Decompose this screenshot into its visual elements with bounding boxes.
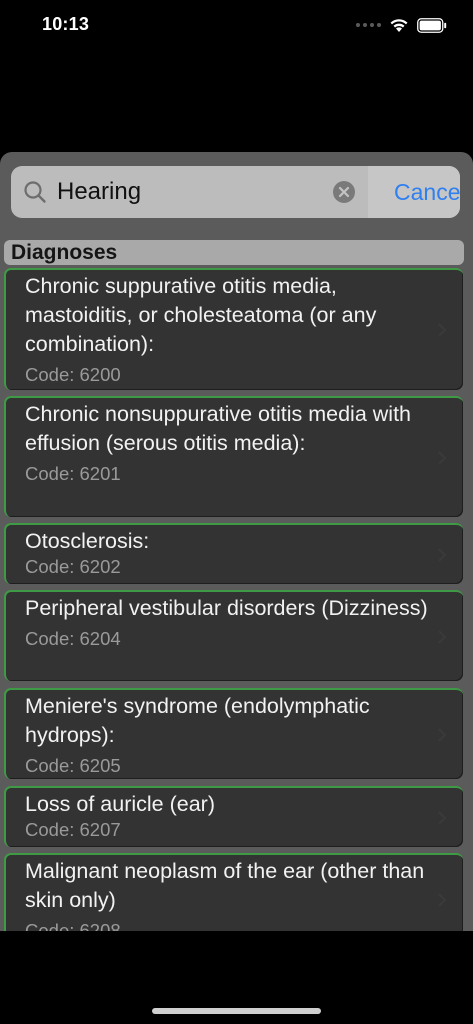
search-sheet: Chronic suppurative otitis media, mastoi… xyxy=(0,152,473,931)
diagnosis-code: Code: 6202 xyxy=(25,556,121,577)
status-time: 10:13 xyxy=(42,14,90,34)
clear-icon[interactable] xyxy=(332,180,356,204)
list-item[interactable]: Meniere's syndrome (endolymphatic hydrop… xyxy=(4,688,463,779)
screen: 10:13 Chronic suppurative otitis media, … xyxy=(0,0,473,1024)
chevron-right-icon xyxy=(438,548,447,562)
diagnosis-title: Loss of auricle (ear) xyxy=(25,792,215,816)
search-icon xyxy=(24,181,46,203)
chevron-right-icon xyxy=(438,451,447,465)
chevron-right-icon xyxy=(438,728,447,742)
chevron-right-icon xyxy=(438,630,447,644)
status-icons xyxy=(356,14,447,36)
diagnosis-code: Code: 6200 xyxy=(25,364,121,385)
list-item[interactable]: Malignant neoplasm of the ear (other tha… xyxy=(4,853,463,931)
diagnosis-title: Otosclerosis: xyxy=(25,529,150,553)
diagnosis-title: Peripheral vestibular disorders (Dizzine… xyxy=(25,596,428,620)
cellular-signal-icon xyxy=(356,23,381,27)
battery-icon xyxy=(417,17,447,33)
diagnosis-code: Code: 6205 xyxy=(25,755,121,776)
diagnosis-code: Code: 6208 xyxy=(25,920,121,931)
cancel-button[interactable]: Cancel xyxy=(368,166,460,218)
diagnoses-list[interactable]: Chronic suppurative otitis media, mastoi… xyxy=(0,152,473,931)
list-item[interactable]: Loss of auricle (ear) Code: 6207 xyxy=(4,786,463,847)
diagnosis-title: Chronic nonsuppurative otitis media with… xyxy=(25,402,412,455)
section-header-diagnoses: Diagnoses xyxy=(4,240,464,265)
search-bar: Cancel xyxy=(11,166,460,218)
chevron-right-icon xyxy=(438,323,447,337)
list-item[interactable]: Chronic suppurative otitis media, mastoi… xyxy=(4,268,463,390)
wifi-icon xyxy=(390,19,408,32)
home-indicator[interactable] xyxy=(152,1008,321,1014)
list-item[interactable]: Chronic nonsuppurative otitis media with… xyxy=(4,396,463,517)
diagnosis-title: Malignant neoplasm of the ear (other tha… xyxy=(25,859,425,912)
diagnosis-code: Code: 6201 xyxy=(25,463,121,484)
diagnosis-title: Meniere's syndrome (endolymphatic hydrop… xyxy=(25,694,370,747)
list-item[interactable]: Otosclerosis: Code: 6202 xyxy=(4,523,463,584)
diagnosis-code: Code: 6207 xyxy=(25,819,121,840)
chevron-right-icon xyxy=(438,893,447,907)
diagnosis-title: Chronic suppurative otitis media, mastoi… xyxy=(25,274,377,356)
list-item[interactable]: Peripheral vestibular disorders (Dizzine… xyxy=(4,590,463,681)
diagnosis-code: Code: 6204 xyxy=(25,628,121,649)
search-input[interactable] xyxy=(57,166,327,218)
chevron-right-icon xyxy=(438,811,447,825)
